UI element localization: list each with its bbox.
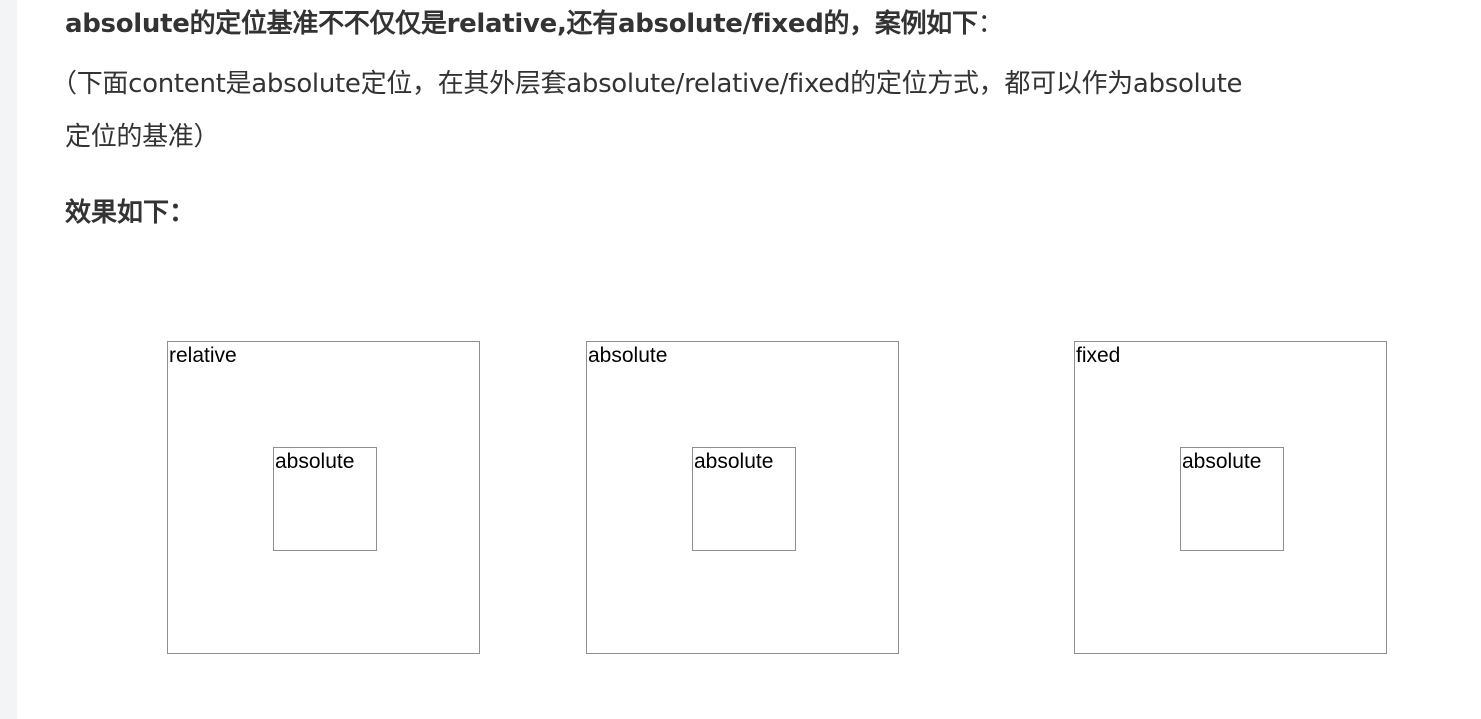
page-left-rail	[0, 0, 17, 719]
description-line-1: （下面content是absolute定位，在其外层套absolute/rela…	[51, 69, 1243, 99]
demo-outer-label: relative	[169, 344, 237, 367]
demo-inner-label: absolute	[1182, 450, 1262, 473]
demo-box-relative: relative absolute	[167, 341, 480, 654]
description-line-2: 定位的基准）	[65, 122, 220, 152]
demo-box-absolute: absolute absolute	[586, 341, 899, 654]
effect-title: 效果如下：	[65, 198, 196, 228]
demo-inner-box: absolute	[1180, 447, 1284, 551]
demo-inner-box: absolute	[692, 447, 796, 551]
demo-outer-label: fixed	[1076, 344, 1121, 367]
demo-inner-label: absolute	[694, 450, 774, 473]
demo-inner-box: absolute	[273, 447, 377, 551]
demo-outer-label: absolute	[588, 344, 668, 367]
section-heading-text: absolute的定位基准不不仅仅是relative,还有absolute/fi…	[65, 9, 978, 39]
demo-box-fixed: fixed absolute	[1074, 341, 1387, 654]
section-heading-colon: ：	[977, 9, 1004, 39]
demo-inner-label: absolute	[275, 450, 355, 473]
description-paragraph: （下面content是absolute定位，在其外层套absolute/rela…	[51, 58, 1451, 164]
section-heading: absolute的定位基准不不仅仅是relative,还有absolute/fi…	[65, 4, 1004, 44]
